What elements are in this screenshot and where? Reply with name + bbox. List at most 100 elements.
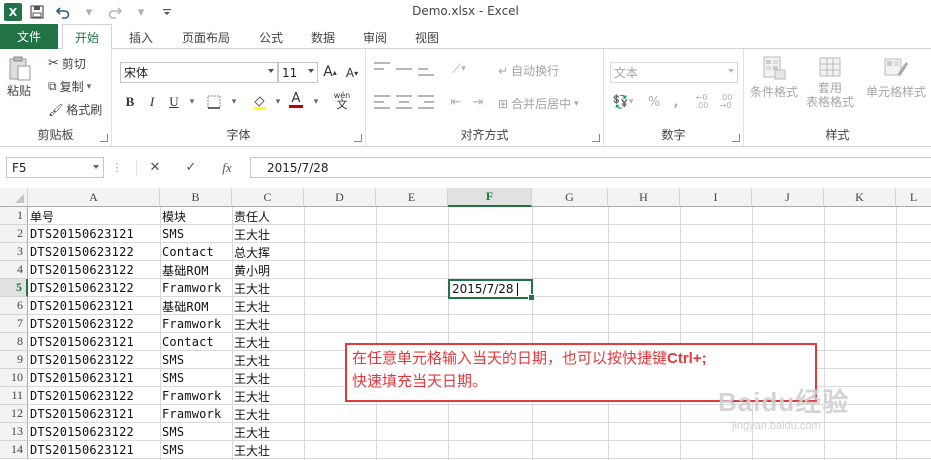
column-header-l[interactable]: L bbox=[896, 188, 931, 207]
copy-button[interactable]: ⧉ 复制 ▾ bbox=[48, 78, 91, 95]
column-header-e[interactable]: E bbox=[376, 188, 448, 207]
cell-c9[interactable]: 王大壮 bbox=[232, 351, 304, 369]
cell-a11[interactable]: DTS20150623122 bbox=[28, 387, 160, 405]
row-header[interactable]: 7 bbox=[0, 315, 28, 333]
align-center-icon[interactable] bbox=[396, 95, 412, 109]
cell-a8[interactable]: DTS20150623121 bbox=[28, 333, 160, 351]
column-header-g[interactable]: G bbox=[532, 188, 608, 207]
column-header-i[interactable]: I bbox=[680, 188, 752, 207]
cell-a7[interactable]: DTS20150623122 bbox=[28, 315, 160, 333]
cell-b11[interactable]: Framwork bbox=[160, 387, 232, 405]
row-header[interactable]: 11 bbox=[0, 387, 28, 405]
row-header[interactable]: 10 bbox=[0, 369, 28, 387]
wrap-text-button[interactable]: ↵ 自动换行 bbox=[498, 62, 559, 79]
italic-button[interactable]: I bbox=[142, 92, 162, 112]
increase-decimal-icon[interactable]: ←0.00 bbox=[692, 92, 712, 112]
cell-b10[interactable]: SMS bbox=[160, 369, 232, 387]
cell-c10[interactable]: 王大壮 bbox=[232, 369, 304, 387]
select-all-corner[interactable] bbox=[0, 188, 28, 207]
cell-c7[interactable]: 王大壮 bbox=[232, 315, 304, 333]
orientation-button[interactable]: ⟋ ▾ bbox=[446, 59, 472, 79]
cell-b6[interactable]: 基础ROM bbox=[160, 297, 232, 315]
tab-review[interactable]: 审阅 bbox=[352, 24, 398, 50]
cell-a9[interactable]: DTS20150623122 bbox=[28, 351, 160, 369]
cell-b7[interactable]: Framwork bbox=[160, 315, 232, 333]
cell-b3[interactable]: Contact bbox=[160, 243, 232, 261]
column-header-h[interactable]: H bbox=[608, 188, 680, 207]
decrease-decimal-icon[interactable]: .00 →0 bbox=[716, 92, 736, 112]
border-button[interactable] bbox=[204, 92, 224, 112]
cell-c6[interactable]: 王大壮 bbox=[232, 297, 304, 315]
font-launcher-icon[interactable] bbox=[354, 134, 362, 142]
font-color-dropdown-icon[interactable]: ▾ bbox=[306, 92, 326, 112]
row-header[interactable]: 4 bbox=[0, 261, 28, 279]
cell-b1[interactable]: 模块 bbox=[160, 207, 232, 225]
cell-b5[interactable]: Framwork bbox=[160, 279, 232, 297]
align-bottom-icon[interactable] bbox=[418, 62, 434, 76]
cut-button[interactable]: ✂ 剪切 bbox=[48, 55, 86, 72]
cell-c1[interactable]: 责任人 bbox=[232, 207, 304, 225]
cell-b8[interactable]: Contact bbox=[160, 333, 232, 351]
tab-page-layout[interactable]: 页面布局 bbox=[170, 24, 242, 50]
insert-function-icon[interactable]: fx bbox=[216, 157, 238, 178]
column-header-c[interactable]: C bbox=[232, 188, 304, 207]
underline-dropdown-icon[interactable]: ▾ bbox=[182, 92, 202, 112]
phonetic-button[interactable]: wén 文 bbox=[330, 90, 354, 110]
column-header-b[interactable]: B bbox=[160, 188, 232, 207]
row-header[interactable]: 1 bbox=[0, 207, 28, 225]
active-cell-f5[interactable]: 2015/7/28 bbox=[448, 279, 535, 301]
merge-center-button[interactable]: ⊞ 合并后居中 ▾ bbox=[498, 95, 579, 112]
row-header[interactable]: 6 bbox=[0, 297, 28, 315]
column-header-k[interactable]: K bbox=[824, 188, 896, 207]
cell-styles-button[interactable]: 单元格样式 bbox=[866, 55, 926, 100]
clipboard-launcher-icon[interactable] bbox=[100, 134, 108, 142]
increase-indent-icon[interactable]: ⇥ bbox=[468, 92, 488, 112]
tab-insert[interactable]: 插入 bbox=[118, 24, 164, 50]
percent-button[interactable]: % bbox=[644, 92, 664, 112]
row-header[interactable]: 3 bbox=[0, 243, 28, 261]
cell-c4[interactable]: 黄小明 bbox=[232, 261, 304, 279]
align-left-icon[interactable] bbox=[374, 95, 390, 109]
alignment-launcher-icon[interactable] bbox=[592, 134, 600, 142]
underline-button[interactable]: U bbox=[164, 92, 184, 112]
decrease-indent-icon[interactable]: ⇤ bbox=[446, 92, 466, 112]
font-size-combo[interactable]: 11 bbox=[278, 62, 318, 83]
cell-c11[interactable]: 王大壮 bbox=[232, 387, 304, 405]
row-header[interactable]: 2 bbox=[0, 225, 28, 243]
cell-b2[interactable]: SMS bbox=[160, 225, 232, 243]
row-header[interactable]: 8 bbox=[0, 333, 28, 351]
tab-file[interactable]: 文件 bbox=[0, 24, 58, 49]
cell-a1[interactable]: 单号 bbox=[28, 207, 160, 225]
cell-c5[interactable]: 王大壮 bbox=[232, 279, 304, 297]
cell-a14[interactable]: DTS20150623121 bbox=[28, 441, 160, 459]
cell-b14[interactable]: SMS bbox=[160, 441, 232, 459]
cell-c2[interactable]: 王大壮 bbox=[232, 225, 304, 243]
cell-c13[interactable]: 王大壮 bbox=[232, 423, 304, 441]
cell-a3[interactable]: DTS20150623122 bbox=[28, 243, 160, 261]
format-painter-button[interactable]: 🖌 格式刷 bbox=[48, 101, 102, 118]
cell-b12[interactable]: Framwork bbox=[160, 405, 232, 423]
formula-input[interactable]: 2015/7/28 bbox=[250, 157, 931, 178]
confirm-entry-icon[interactable]: ✓ bbox=[180, 157, 202, 178]
cell-a12[interactable]: DTS20150623121 bbox=[28, 405, 160, 423]
shrink-font-button[interactable]: A ▾ bbox=[342, 63, 362, 83]
row-header[interactable]: 13 bbox=[0, 423, 28, 441]
name-box[interactable]: F5 bbox=[6, 157, 104, 178]
cell-a13[interactable]: DTS20150623122 bbox=[28, 423, 160, 441]
cell-b13[interactable]: SMS bbox=[160, 423, 232, 441]
cell-c8[interactable]: 王大壮 bbox=[232, 333, 304, 351]
cell-a10[interactable]: DTS20150623121 bbox=[28, 369, 160, 387]
fill-color-button[interactable] bbox=[250, 92, 270, 112]
formula-bar-grip-icon[interactable]: ⋮ bbox=[112, 157, 123, 178]
row-header[interactable]: 14 bbox=[0, 441, 28, 459]
align-middle-icon[interactable] bbox=[396, 62, 412, 76]
cell-b4[interactable]: 基础ROM bbox=[160, 261, 232, 279]
column-header-d[interactable]: D bbox=[304, 188, 376, 207]
tab-view[interactable]: 视图 bbox=[404, 24, 450, 50]
cancel-entry-icon[interactable]: ✕ bbox=[144, 157, 166, 178]
row-header[interactable]: 9 bbox=[0, 351, 28, 369]
paste-button[interactable]: 粘贴 bbox=[6, 55, 32, 99]
border-dropdown-icon[interactable]: ▾ bbox=[224, 92, 244, 112]
bold-button[interactable]: B bbox=[120, 92, 140, 112]
comma-button[interactable]: , bbox=[666, 92, 686, 112]
